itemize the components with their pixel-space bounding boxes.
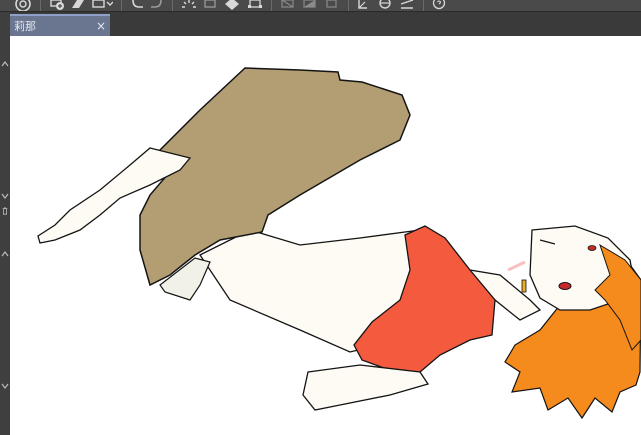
illustration xyxy=(37,67,641,420)
drawing-canvas[interactable] xyxy=(10,36,641,435)
eye xyxy=(558,282,572,290)
arm xyxy=(302,364,430,411)
earring xyxy=(521,279,527,293)
blush xyxy=(507,260,526,272)
